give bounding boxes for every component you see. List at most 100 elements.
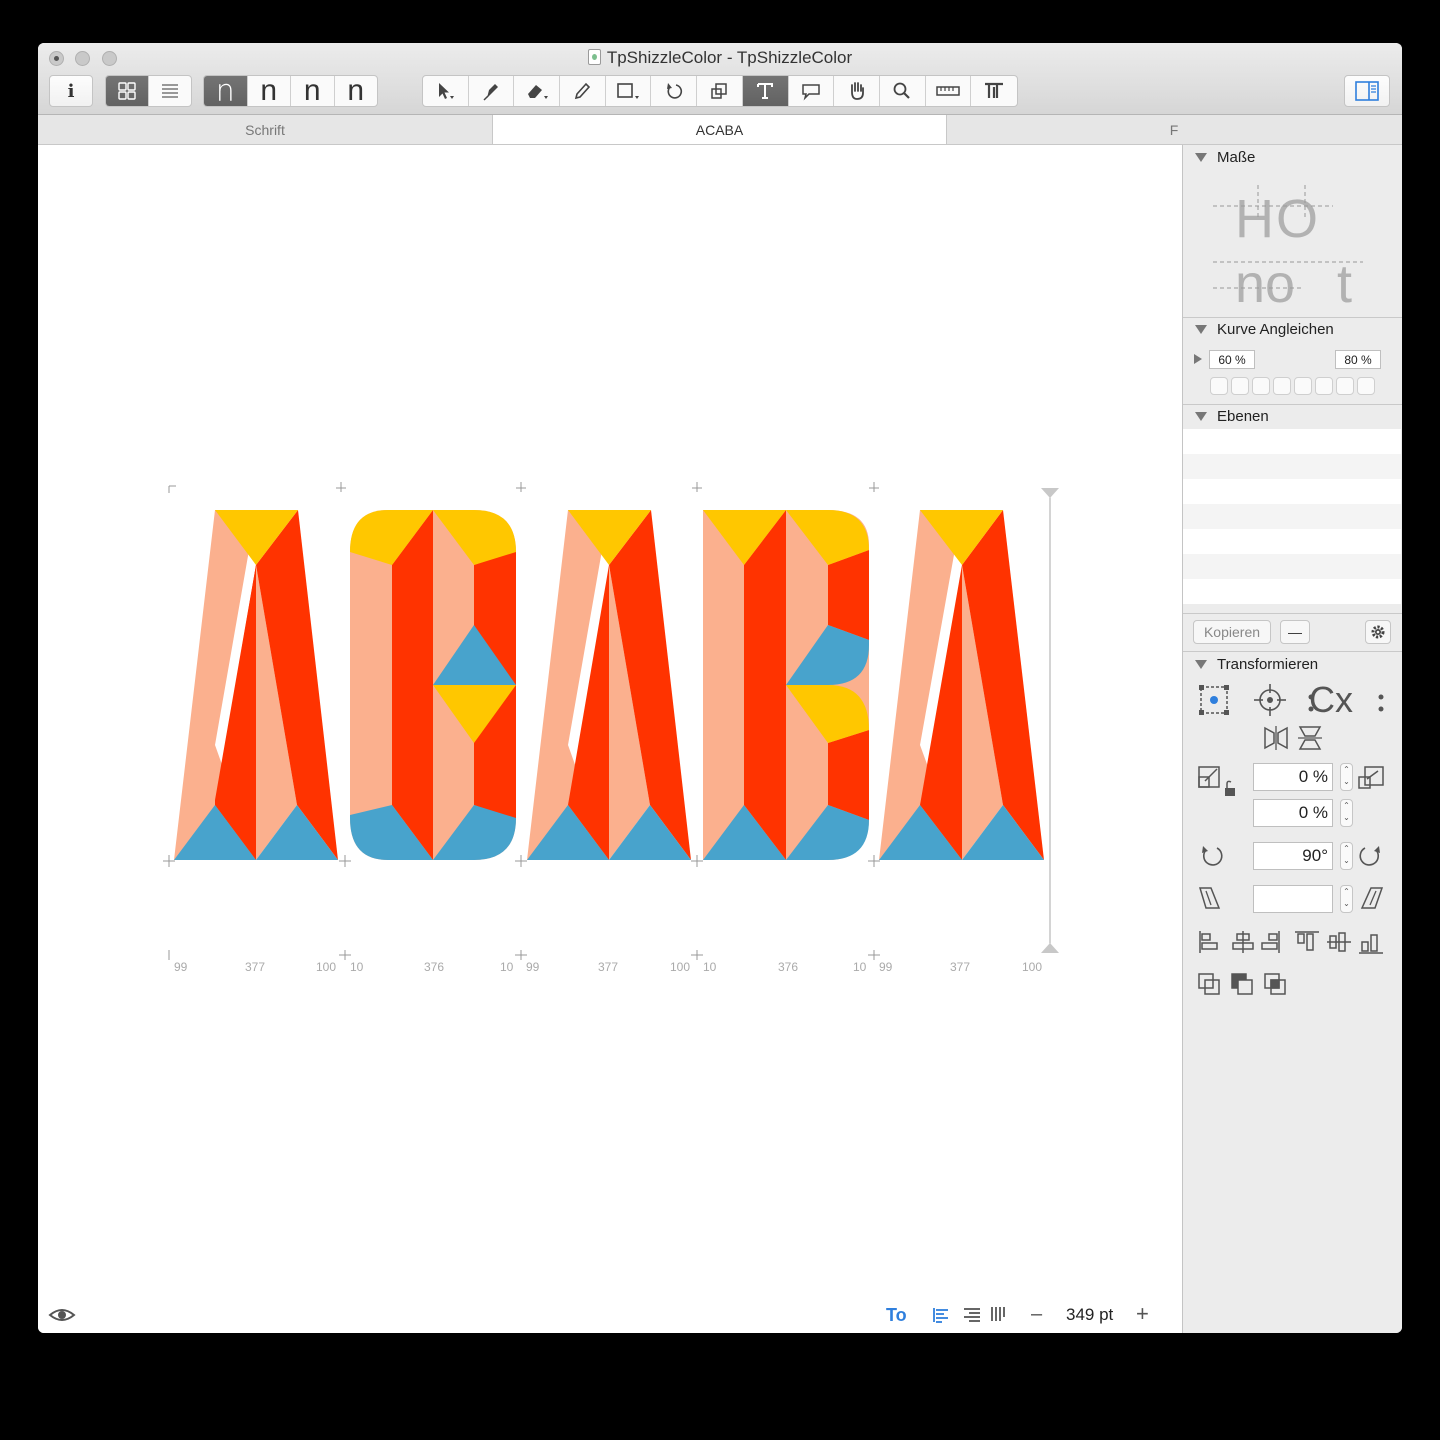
kurve-header[interactable]: Kurve Angleichen xyxy=(1183,317,1402,341)
layer-row[interactable] xyxy=(1183,579,1401,604)
width-handle-bottom[interactable] xyxy=(1041,943,1059,953)
text-tool[interactable] xyxy=(742,76,789,106)
flip-vertical-icon[interactable] xyxy=(1297,725,1323,751)
kurve-preset-button[interactable] xyxy=(1210,377,1228,395)
metric-label: 377 xyxy=(245,960,266,974)
style-medium-button[interactable]: n xyxy=(291,76,335,106)
kopieren-button[interactable]: Kopieren xyxy=(1193,620,1271,644)
transform-header[interactable]: Transformieren xyxy=(1183,652,1402,676)
metric-origin-dots-icon xyxy=(1308,694,1384,712)
layer-row[interactable] xyxy=(1183,454,1401,479)
eraser-tool[interactable] xyxy=(514,76,561,106)
play-triangle-icon[interactable] xyxy=(1193,353,1203,365)
scale-icon xyxy=(711,83,728,99)
tab-f[interactable]: F xyxy=(947,115,1401,144)
layer-row[interactable] xyxy=(1183,429,1401,454)
type-primitive-tool[interactable] xyxy=(971,76,1017,106)
slant-field[interactable] xyxy=(1253,885,1333,913)
measure-tool[interactable] xyxy=(926,76,972,106)
kurve-preset-button[interactable] xyxy=(1273,377,1291,395)
flip-horizontal-icon[interactable] xyxy=(1263,725,1289,751)
ebenen-header[interactable]: Ebenen xyxy=(1183,404,1402,428)
window-title-text: TpShizzleColor - TpShizzleColor xyxy=(606,48,853,67)
sidebar-toggle-button[interactable] xyxy=(1344,75,1390,107)
layer-row[interactable] xyxy=(1183,529,1401,554)
rotate-stepper[interactable]: ⌃ ⌄ xyxy=(1340,842,1353,870)
kurve-right-field[interactable]: 80 % xyxy=(1335,350,1381,369)
kurve-preset-button[interactable] xyxy=(1294,377,1312,395)
scale-x-field[interactable]: 0 % xyxy=(1253,763,1333,791)
zoom-out-button[interactable]: – xyxy=(1031,1303,1042,1326)
align-left-edge-icon xyxy=(1199,931,1218,953)
pencil-tool[interactable] xyxy=(560,76,606,106)
pen-tool[interactable] xyxy=(469,76,515,106)
tools-segment xyxy=(422,75,1018,107)
align-left-icon[interactable] xyxy=(932,1307,950,1323)
boolean-buttons xyxy=(1198,973,1286,995)
scale-lock-icon[interactable] xyxy=(1197,763,1239,799)
rotate-ccw-icon[interactable] xyxy=(1197,842,1225,870)
kurve-preset-button[interactable] xyxy=(1357,377,1375,395)
vertical-text-icon[interactable] xyxy=(990,1306,1008,1322)
slant-right-icon[interactable] xyxy=(1359,885,1385,911)
disclosure-triangle-icon xyxy=(1195,324,1207,334)
text-t-icon xyxy=(757,83,774,99)
glyph-b-lower-right-red xyxy=(828,730,869,820)
shape-tool[interactable] xyxy=(606,76,652,106)
layer-row[interactable] xyxy=(1183,504,1401,529)
masse-header[interactable]: Maße xyxy=(1183,145,1402,169)
style-regular-button[interactable]: n xyxy=(248,76,291,106)
list-view-button[interactable] xyxy=(149,76,192,106)
width-handle-top[interactable] xyxy=(1041,488,1059,498)
intersect-icon xyxy=(1264,973,1286,995)
edit-canvas[interactable]: 99 377 100 10 376 10 99 377 100 10 376 1… xyxy=(38,145,1182,1333)
tab-acaba[interactable]: ACABA xyxy=(493,115,947,144)
annotation-tool[interactable] xyxy=(789,76,835,106)
scale-y-stepper[interactable]: ⌃ ⌄ xyxy=(1340,799,1353,827)
crosshair-origin-icon[interactable] xyxy=(1253,683,1287,717)
layer-row[interactable] xyxy=(1183,554,1401,579)
tab-schrift[interactable]: Schrift xyxy=(38,115,493,144)
layer-row[interactable] xyxy=(1183,479,1401,504)
inspector-panel: Maße HO no t Kurve Angleichen 60 % 80 % xyxy=(1182,145,1402,1333)
rotate-cw-icon[interactable] xyxy=(1357,842,1385,870)
glyph-b[interactable] xyxy=(703,510,869,860)
kurve-left-field[interactable]: 60 % xyxy=(1209,350,1255,369)
align-right-icon[interactable] xyxy=(963,1307,981,1323)
rotate-field[interactable]: 90° xyxy=(1253,842,1333,870)
layer-settings-button[interactable] xyxy=(1365,620,1391,644)
glyph-c[interactable] xyxy=(350,510,516,860)
style-bold-button[interactable]: n xyxy=(335,76,378,106)
scale-tool[interactable] xyxy=(697,76,743,106)
kurve-preset-button[interactable] xyxy=(1336,377,1354,395)
hand-tool[interactable] xyxy=(834,76,880,106)
kurve-preset-button[interactable] xyxy=(1252,377,1270,395)
kurve-title: Kurve Angleichen xyxy=(1217,320,1334,338)
bounding-box-origin-icon[interactable] xyxy=(1197,683,1231,717)
glyph-a-3[interactable] xyxy=(879,510,1044,860)
slant-left-icon[interactable] xyxy=(1197,885,1223,911)
kurve-preset-button[interactable] xyxy=(1231,377,1249,395)
rotate-tool[interactable] xyxy=(651,76,698,106)
app-window: TpShizzleColor - TpShizzleColor i n n n … xyxy=(38,43,1402,1333)
grid-view-button[interactable] xyxy=(106,76,149,106)
style-thin-button[interactable]: n xyxy=(204,76,248,106)
eye-icon[interactable] xyxy=(48,1305,76,1325)
masse-guides xyxy=(1213,185,1363,289)
glyph-a-2[interactable] xyxy=(527,510,691,860)
scale-apply-icon[interactable] xyxy=(1357,765,1385,791)
slant-stepper[interactable]: ⌃ ⌄ xyxy=(1340,885,1353,913)
kurve-preset-button[interactable] xyxy=(1315,377,1333,395)
text-options-button[interactable]: To xyxy=(886,1305,907,1326)
masse-preview: HO no t xyxy=(1213,180,1383,314)
metric-label: 376 xyxy=(778,960,799,974)
select-tool[interactable] xyxy=(423,76,469,106)
glyph-style-segment: n n n n xyxy=(203,75,378,107)
zoom-in-button[interactable]: + xyxy=(1136,1301,1149,1327)
zoom-tool[interactable] xyxy=(880,76,926,106)
scale-y-field[interactable]: 0 % xyxy=(1253,799,1333,827)
glyph-a-1[interactable] xyxy=(174,510,338,860)
remove-layer-button[interactable]: — xyxy=(1280,620,1310,644)
scale-x-stepper[interactable]: ⌃ ⌄ xyxy=(1340,763,1353,791)
info-button[interactable]: i xyxy=(49,75,93,107)
